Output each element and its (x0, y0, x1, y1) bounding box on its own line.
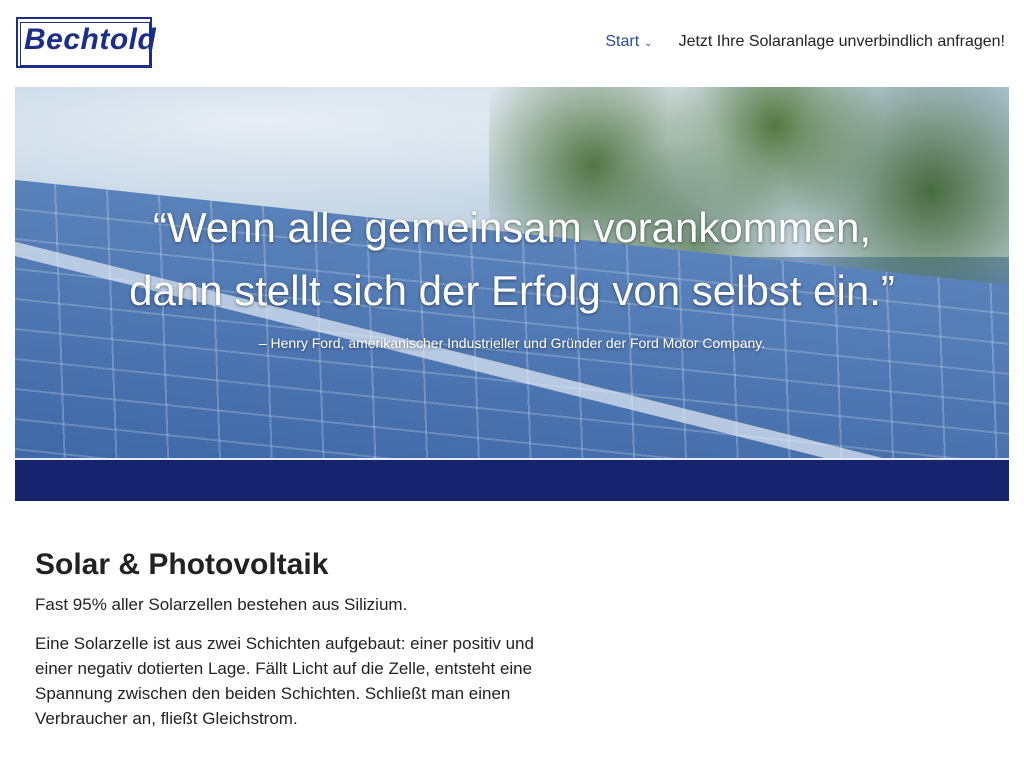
nav-item-cta[interactable]: Jetzt Ihre Solaranlage unverbindlich anf… (679, 33, 1005, 51)
hero-band (15, 458, 1009, 501)
logo-text: Bechtold (24, 23, 157, 56)
page-title: Solar & Photovoltaik (35, 548, 329, 581)
main-nav: Start ⌄ Jetzt Ihre Solaranlage unverbind… (605, 33, 1005, 51)
chevron-down-icon: ⌄ (644, 37, 653, 49)
hero-quote-line-1: “Wenn alle gemeinsam vorankommen, (152, 204, 872, 251)
site-header: Bechtold Start ⌄ Jetzt Ihre Solaranlage … (0, 0, 1024, 87)
main-content: Solar & Photovoltaik Fast 95% aller Sola… (35, 548, 575, 731)
hero-quote-attribution: – Henry Ford, amerikanischer Industriell… (258, 335, 766, 351)
bechtold-logo[interactable]: Bechtold (16, 17, 156, 68)
nav-item-start-label: Start (605, 33, 640, 50)
hero-banner: “Wenn alle gemeinsam vorankommen, dann s… (15, 87, 1009, 458)
paragraph-silicon: Fast 95% aller Solarzellen bestehen aus … (35, 595, 408, 614)
paragraph-solar-cell: Eine Solarzelle ist aus zwei Schichten a… (35, 634, 534, 728)
hero-quote-line-2: dann stellt sich der Erfolg von selbst e… (129, 267, 895, 314)
nav-item-start[interactable]: Start ⌄ (605, 33, 652, 51)
